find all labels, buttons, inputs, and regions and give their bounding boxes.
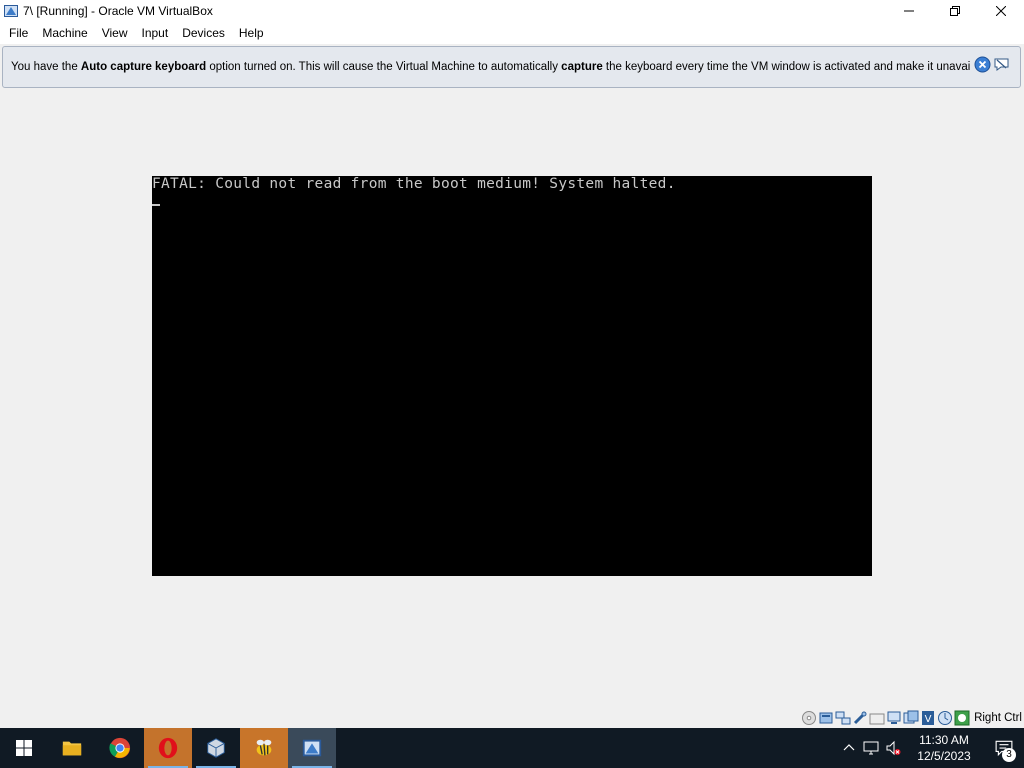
clock[interactable]: 11:30 AM 12/5/2023 [904,732,984,764]
menu-input[interactable]: Input [135,22,176,44]
notice-text-3: the keyboard every time the VM window is… [602,61,971,73]
menu-file[interactable]: File [2,22,35,44]
notice-close-button[interactable] [974,56,991,73]
notice-text-2: option turned on. This will cause the Vi… [206,61,562,73]
close-button[interactable] [978,0,1024,22]
notice-bold-2: capture [561,61,603,73]
menu-view[interactable]: View [95,22,135,44]
video-capture-icon[interactable] [903,710,919,726]
taskbar-opera[interactable] [144,728,192,768]
close-icon [996,6,1006,16]
notification-count-badge: 3 [1002,748,1016,762]
start-button[interactable] [0,728,48,768]
hard-disk-icon[interactable] [818,710,834,726]
minimize-icon [904,10,914,12]
opera-icon [158,737,178,759]
tray-overflow-button[interactable] [838,728,860,768]
close-circle-icon [974,56,991,73]
menu-machine[interactable]: Machine [35,22,94,44]
menu-help[interactable]: Help [232,22,271,44]
virtualbox-icon [207,738,225,758]
restore-icon [950,6,960,16]
network-icon [863,741,879,755]
taskbar-chrome[interactable] [96,728,144,768]
taskbar-virtualbox-manager[interactable] [192,728,240,768]
optical-drive-icon[interactable] [801,710,817,726]
window-title: 7\ [Running] - Oracle VM VirtualBox [23,4,213,18]
notice-bold-1: Auto capture keyboard [80,61,207,73]
svg-text:V: V [925,714,932,725]
chevron-up-icon [843,744,855,751]
restore-button[interactable] [932,0,978,22]
action-center-button[interactable]: 3 [984,728,1024,768]
clock-time: 11:30 AM [919,733,969,747]
host-key-label: Right Ctrl [974,711,1022,724]
minimize-button[interactable] [886,0,932,22]
system-tray: 11:30 AM 12/5/2023 3 [838,728,1024,768]
shared-folders-icon[interactable] [869,710,885,726]
keyboard-capture-icon[interactable] [954,710,970,726]
volume-muted-icon [886,740,901,756]
tray-volume[interactable] [882,728,904,768]
chrome-icon [109,737,131,759]
tray-network[interactable] [860,728,882,768]
mouse-integration-icon[interactable] [937,710,953,726]
taskbar-vm-window[interactable] [288,728,336,768]
speech-bubble-off-icon [994,58,1009,71]
bee-icon [256,739,272,756]
usb-icon[interactable] [852,710,868,726]
virtualization-icon[interactable]: V [920,710,936,726]
notice-text: You have the Auto capture keyboard optio… [11,61,971,73]
vm-console-text: FATAL: Could not read from the boot medi… [152,176,676,192]
virtualbox-vm-icon [4,5,18,17]
clock-date: 12/5/2023 [917,749,971,763]
menu-devices[interactable]: Devices [175,22,232,44]
taskbar-file-explorer[interactable] [48,728,96,768]
notice-dont-show-button[interactable] [993,56,1010,73]
taskbar-app-bee[interactable] [240,728,288,768]
taskbar: 11:30 AM 12/5/2023 3 [0,728,1024,768]
vm-display[interactable]: FATAL: Could not read from the boot medi… [152,176,872,576]
vm-status-bar: V Right Ctrl [801,707,1024,728]
notice-text-1: You have the [11,61,81,73]
text-cursor [152,204,160,206]
display-icon[interactable] [886,710,902,726]
auto-capture-notice: You have the Auto capture keyboard optio… [2,46,1021,88]
windows-logo-icon [16,740,32,756]
folder-icon [62,741,82,756]
menu-bar: File Machine View Input Devices Help [0,22,1024,44]
virtualbox-vm-icon [302,739,322,757]
network-icon[interactable] [835,710,851,726]
title-bar: 7\ [Running] - Oracle VM VirtualBox [0,0,1024,22]
